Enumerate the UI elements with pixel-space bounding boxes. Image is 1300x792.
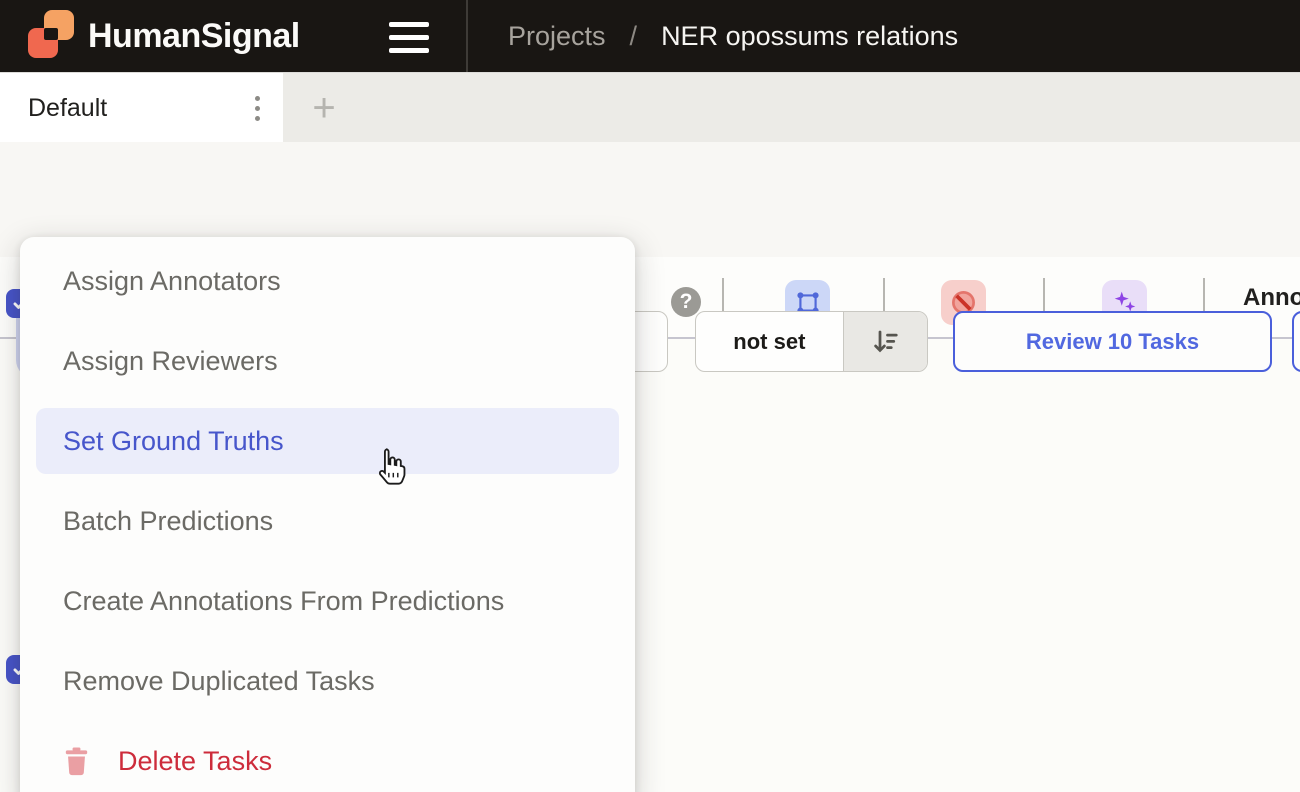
partial-button-right-edge[interactable] bbox=[1292, 311, 1300, 372]
review-tasks-label: Review 10 Tasks bbox=[1026, 329, 1199, 355]
sort-descending-icon bbox=[870, 327, 900, 357]
logo-square-overlap bbox=[44, 28, 58, 40]
menu-item-assign-reviewers[interactable]: Assign Reviewers bbox=[20, 321, 635, 401]
breadcrumb-separator: / bbox=[630, 21, 638, 52]
breadcrumb-project-title: NER opossums relations bbox=[661, 21, 958, 52]
breadcrumb-projects-link[interactable]: Projects bbox=[508, 21, 606, 52]
review-tasks-button[interactable]: Review 10 Tasks bbox=[953, 311, 1272, 372]
menu-item-batch-predictions[interactable]: Batch Predictions bbox=[20, 481, 635, 561]
menu-item-create-annotations-from-predictions[interactable]: Create Annotations From Predictions bbox=[20, 561, 635, 641]
menu-item-assign-annotators[interactable]: Assign Annotators bbox=[20, 241, 635, 321]
app-header: HumanSignal Projects / NER opossums rela… bbox=[0, 0, 1300, 72]
ordering-control[interactable]: not set bbox=[695, 311, 928, 372]
ordering-value[interactable]: not set bbox=[696, 312, 843, 371]
tab-options-kebab-icon[interactable] bbox=[245, 73, 269, 143]
breadcrumb: Projects / NER opossums relations bbox=[508, 0, 958, 72]
hamburger-menu-icon[interactable] bbox=[389, 22, 429, 53]
menu-item-remove-duplicated-tasks[interactable]: Remove Duplicated Tasks bbox=[20, 641, 635, 721]
menu-item-set-ground-truths[interactable]: Set Ground Truths bbox=[36, 408, 619, 474]
brand-name[interactable]: HumanSignal bbox=[88, 0, 300, 72]
data-manager-screen: ? bbox=[0, 0, 1300, 792]
sort-direction-button[interactable] bbox=[843, 312, 927, 371]
task-actions-menu: Assign Annotators Assign Reviewers Set G… bbox=[20, 237, 635, 792]
header-divider bbox=[466, 0, 468, 72]
trash-icon bbox=[63, 746, 90, 776]
add-tab-button[interactable]: + bbox=[296, 73, 352, 143]
view-tab-bar: Default + bbox=[0, 72, 1300, 142]
tab-default-label: Default bbox=[28, 94, 107, 123]
help-question-icon[interactable]: ? bbox=[671, 287, 701, 317]
menu-item-delete-tasks[interactable]: Delete Tasks bbox=[20, 721, 635, 792]
tab-default[interactable]: Default bbox=[0, 73, 283, 143]
delete-tasks-label: Delete Tasks bbox=[118, 746, 272, 777]
